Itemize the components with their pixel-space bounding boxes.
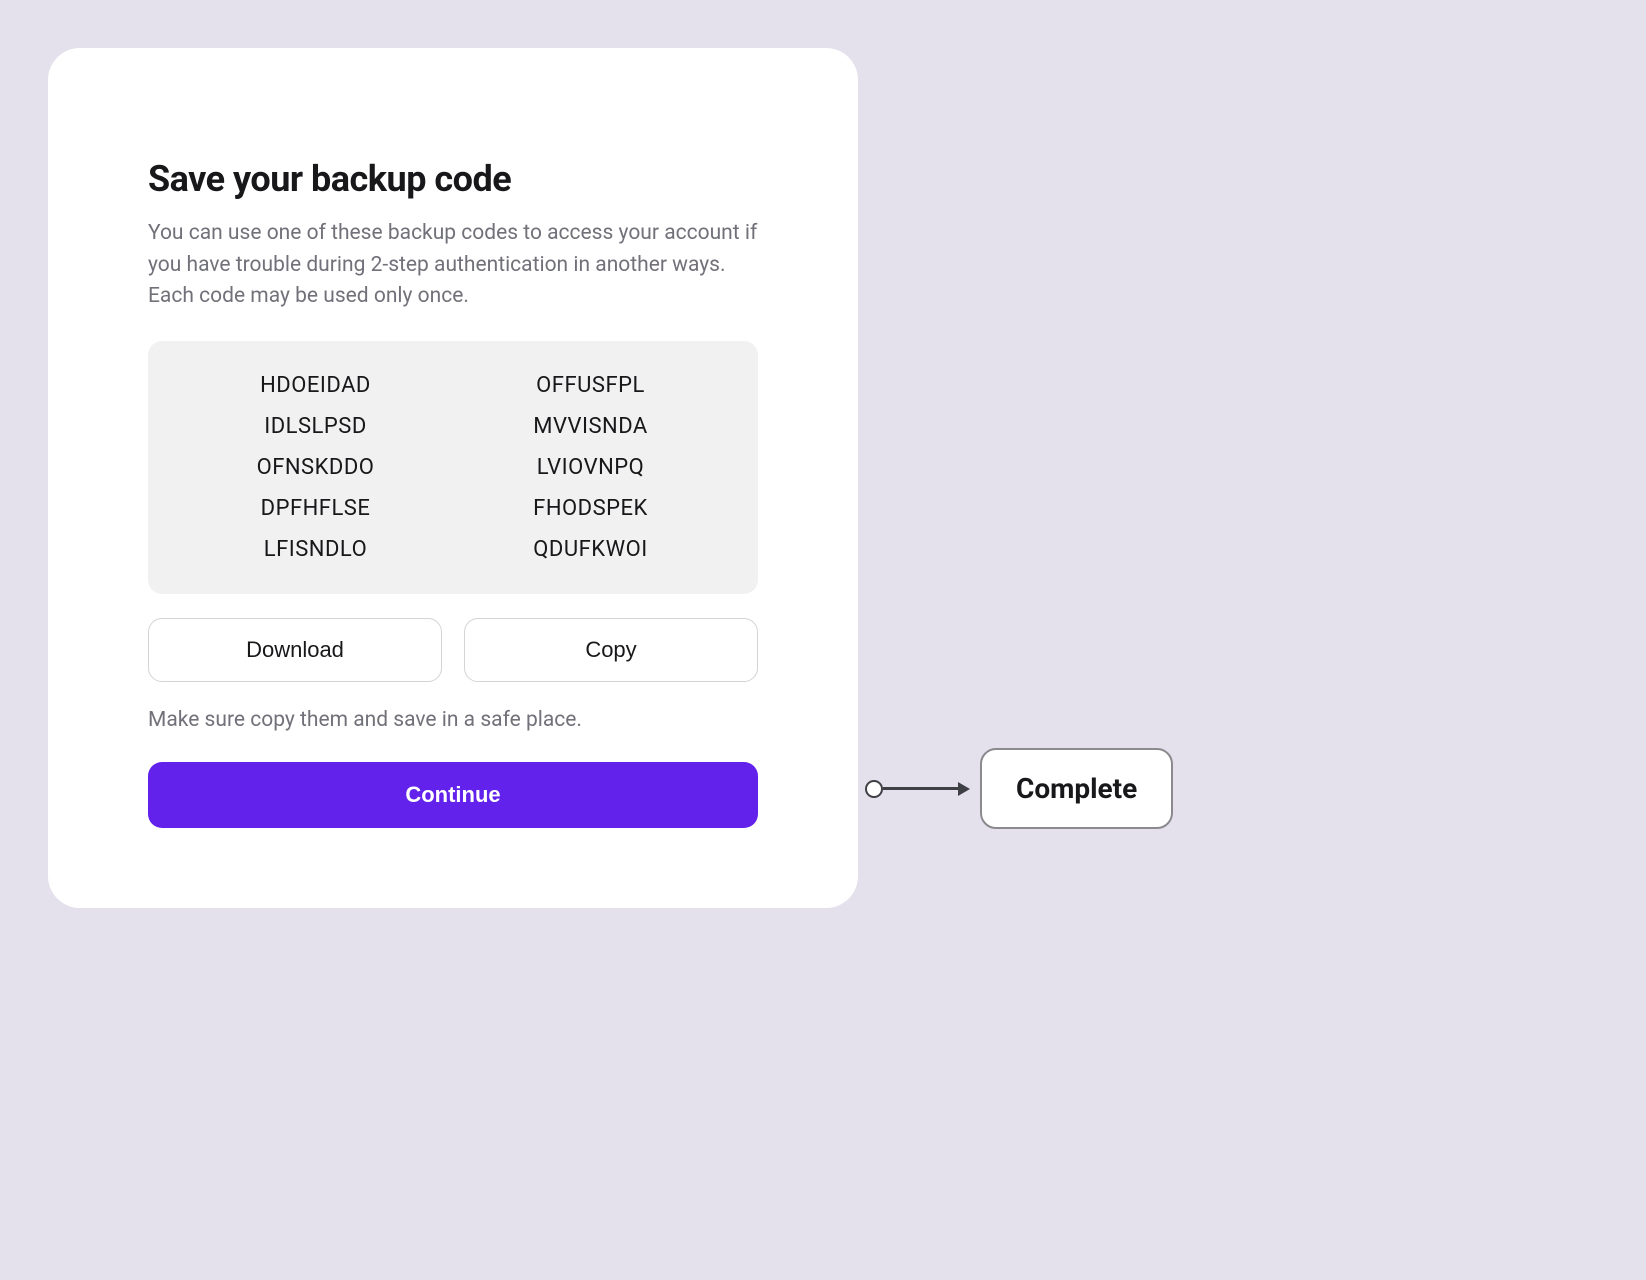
codes-column-right: OFFUSFPL MVVISNDA LVIOVNPQ FHODSPEK QDUF… [463,373,718,562]
backup-code: QDUFKWOI [533,537,647,562]
backup-code: LVIOVNPQ [537,455,645,480]
arrow-start-circle [865,780,883,798]
copy-button[interactable]: Copy [464,618,758,682]
backup-code: MVVISNDA [533,414,648,439]
backup-code: OFFUSFPL [536,373,645,398]
backup-codes-container: HDOEIDAD IDLSLPSD OFNSKDDO DPFHFLSE LFIS… [148,341,758,594]
backup-code: HDOEIDAD [260,373,371,398]
backup-code: DPFHFLSE [261,496,371,521]
backup-code: IDLSLPSD [264,414,367,439]
codes-column-left: HDOEIDAD IDLSLPSD OFNSKDDO DPFHFLSE LFIS… [188,373,443,562]
backup-code: FHODSPEK [533,496,648,521]
backup-code: LFISNDLO [264,537,367,562]
secondary-button-row: Download Copy [148,618,758,682]
flow-annotation: Complete [865,748,1173,829]
card-title: Save your backup code [148,158,758,200]
backup-codes-card: Save your backup code You can use one of… [48,48,858,908]
safety-hint: Make sure copy them and save in a safe p… [148,708,758,732]
arrow-line [883,787,958,790]
backup-code: OFNSKDDO [257,455,375,480]
download-button[interactable]: Download [148,618,442,682]
arrow-head-icon [958,782,970,796]
complete-state-label: Complete [980,748,1173,829]
card-description: You can use one of these backup codes to… [148,218,758,313]
continue-button[interactable]: Continue [148,762,758,828]
